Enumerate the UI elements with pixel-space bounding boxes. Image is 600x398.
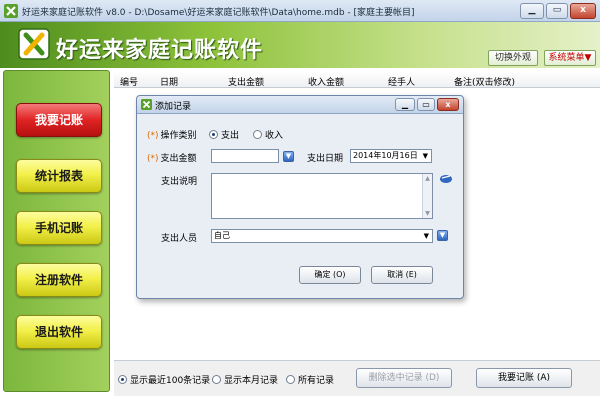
op-type-label: (*) 操作类别: [147, 128, 197, 141]
person-value: 自己: [214, 231, 230, 240]
column-header[interactable]: 经手人: [388, 75, 415, 88]
maximize-button[interactable]: ▭: [546, 3, 568, 19]
description-field[interactable]: ▲ ▼: [211, 173, 433, 219]
sidebar-item-record[interactable]: 我要记账: [16, 103, 102, 137]
dialog-title: 添加记录: [155, 102, 192, 112]
description-value: [212, 174, 432, 178]
add-record-dialog: 添加记录 ▁ ▭ x (*) 操作类别 支出 收入 (*) 支出金额 ▼ 支出日期 …: [136, 95, 464, 299]
ok-button[interactable]: 确定 (O): [299, 266, 361, 284]
add-person-icon[interactable]: ▼: [437, 230, 448, 241]
column-header[interactable]: 支出金额: [228, 75, 264, 88]
radio-label: 支出: [221, 131, 240, 141]
delete-selected-button[interactable]: 删除选中记录 (D): [356, 368, 452, 388]
sidebar: 我要记账 统计报表 手机记账 注册软件 退出软件: [3, 70, 110, 392]
sidebar-item-reports[interactable]: 统计报表: [16, 159, 102, 193]
person-label: 支出人员: [161, 234, 198, 244]
radio-all-records[interactable]: 所有记录: [286, 373, 334, 386]
date-picker[interactable]: 2014年10月16日 ▼: [350, 149, 432, 163]
records-table-header: 编号 日期 支出金额 收入金额 经手人 备注(双击修改): [114, 72, 600, 88]
dialog-close-button[interactable]: x: [437, 98, 459, 111]
edit-text-icon[interactable]: [439, 172, 453, 184]
person-select[interactable]: 自己 ▼: [211, 229, 433, 243]
switch-skin-button[interactable]: 切换外观: [488, 50, 538, 66]
app-header: 好运来家庭记账软件 切换外观 系统菜单▼: [0, 22, 600, 68]
required-mark: (*): [147, 131, 159, 141]
amount-label: (*) 支出金额: [147, 151, 197, 164]
scroll-up-icon[interactable]: ▲: [423, 174, 432, 183]
radio-dot: [212, 375, 221, 384]
amount-field[interactable]: [211, 149, 279, 163]
column-header[interactable]: 编号: [120, 75, 138, 88]
sidebar-item-mobile[interactable]: 手机记账: [16, 211, 102, 245]
app-logo-icon: [4, 4, 18, 18]
radio-dot: [118, 375, 127, 384]
cancel-button[interactable]: 取消 (E): [371, 266, 433, 284]
scrollbar[interactable]: ▲ ▼: [422, 174, 432, 218]
amount-text: 支出金额: [160, 154, 197, 164]
radio-label: 收入: [265, 131, 284, 141]
date-label: 支出日期: [307, 154, 344, 164]
chevron-down-icon: ▼: [422, 152, 428, 160]
required-mark: (*): [147, 154, 159, 164]
dialog-maximize-button[interactable]: ▭: [417, 98, 435, 111]
radio-label: 所有记录: [298, 376, 335, 386]
app-logo-icon: [18, 28, 50, 60]
radio-recent-100[interactable]: 显示最近100条记录: [118, 373, 210, 386]
add-record-button[interactable]: 我要记账 (A): [476, 368, 572, 388]
column-header[interactable]: 备注(双击修改): [454, 75, 515, 88]
radio-income[interactable]: 收入: [253, 128, 283, 141]
close-button[interactable]: x: [570, 3, 596, 19]
chevron-down-icon: ▼: [423, 232, 429, 240]
calculator-icon[interactable]: ▼: [283, 151, 294, 162]
radio-expense[interactable]: 支出: [209, 128, 239, 141]
bottom-bar: 显示最近100条记录 显示本月记录 所有记录 删除选中记录 (D) 我要记账 (…: [114, 360, 600, 396]
radio-dot: [209, 130, 218, 139]
description-label: 支出说明: [161, 177, 198, 187]
app-name: 好运来家庭记账软件: [56, 37, 264, 63]
window-title: 好运来家庭记账软件 v8.0 - D:\Dosame\好运来家庭记账软件\Dat…: [22, 8, 415, 18]
radio-label: 显示本月记录: [224, 376, 279, 386]
radio-dot: [253, 130, 262, 139]
dialog-titlebar: 添加记录 ▁ ▭ x: [137, 96, 463, 114]
app-logo-icon: [141, 99, 152, 110]
column-header[interactable]: 收入金额: [308, 75, 344, 88]
sidebar-item-exit[interactable]: 退出软件: [16, 315, 102, 349]
sidebar-item-register[interactable]: 注册软件: [16, 263, 102, 297]
radio-dot: [286, 375, 295, 384]
minimize-button[interactable]: ▁: [520, 3, 544, 19]
column-header[interactable]: 日期: [160, 75, 178, 88]
dialog-minimize-button[interactable]: ▁: [395, 98, 415, 111]
scroll-down-icon[interactable]: ▼: [423, 209, 432, 218]
system-menu-button[interactable]: 系统菜单▼: [544, 50, 596, 66]
op-type-text: 操作类别: [160, 131, 197, 141]
window-titlebar: 好运来家庭记账软件 v8.0 - D:\Dosame\好运来家庭记账软件\Dat…: [0, 0, 600, 22]
radio-label: 显示最近100条记录: [130, 376, 211, 386]
radio-this-month[interactable]: 显示本月记录: [212, 373, 278, 386]
date-value: 2014年10月16日: [353, 151, 418, 160]
